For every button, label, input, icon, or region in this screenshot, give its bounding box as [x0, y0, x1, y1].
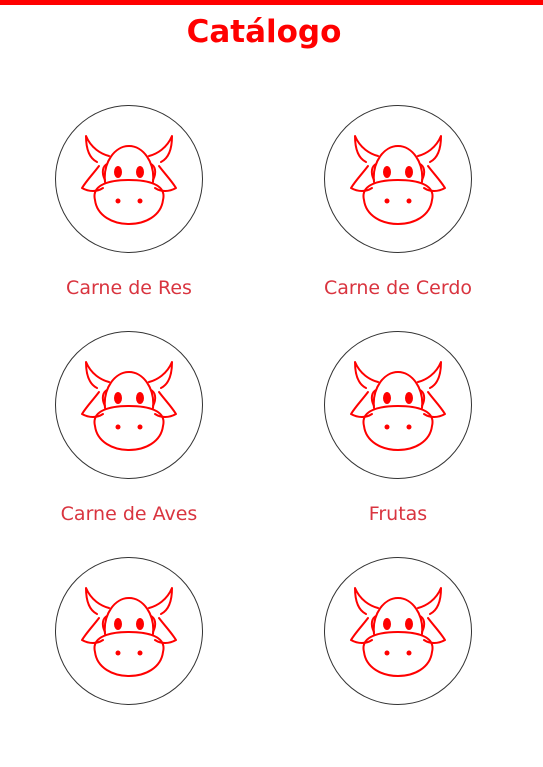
category-image-circle	[55, 331, 203, 479]
category-image-circle	[324, 557, 472, 705]
category-image-circle	[55, 557, 203, 705]
catalog-grid: Carne de Res Carne de Cerdo Carne de Ave…	[0, 0, 543, 705]
catalog-item-carne-de-cerdo[interactable]: Carne de Cerdo	[269, 105, 499, 315]
catalog-item-label: Frutas	[368, 503, 428, 525]
catalog-item-carne-de-res[interactable]: Carne de Res	[0, 105, 230, 315]
catalog-item-partial[interactable]	[0, 557, 230, 767]
catalog-item-partial[interactable]	[269, 557, 499, 767]
category-image-circle	[324, 105, 472, 253]
catalog-item-label: Carne de Aves	[60, 503, 198, 525]
catalog-item-label: Carne de Cerdo	[323, 277, 473, 299]
category-image-circle	[324, 331, 472, 479]
catalog-item-frutas[interactable]: Frutas	[269, 331, 499, 541]
catalog-item-carne-de-aves[interactable]: Carne de Aves	[0, 331, 230, 541]
catalog-item-label: Carne de Res	[66, 277, 192, 299]
category-image-circle	[55, 105, 203, 253]
